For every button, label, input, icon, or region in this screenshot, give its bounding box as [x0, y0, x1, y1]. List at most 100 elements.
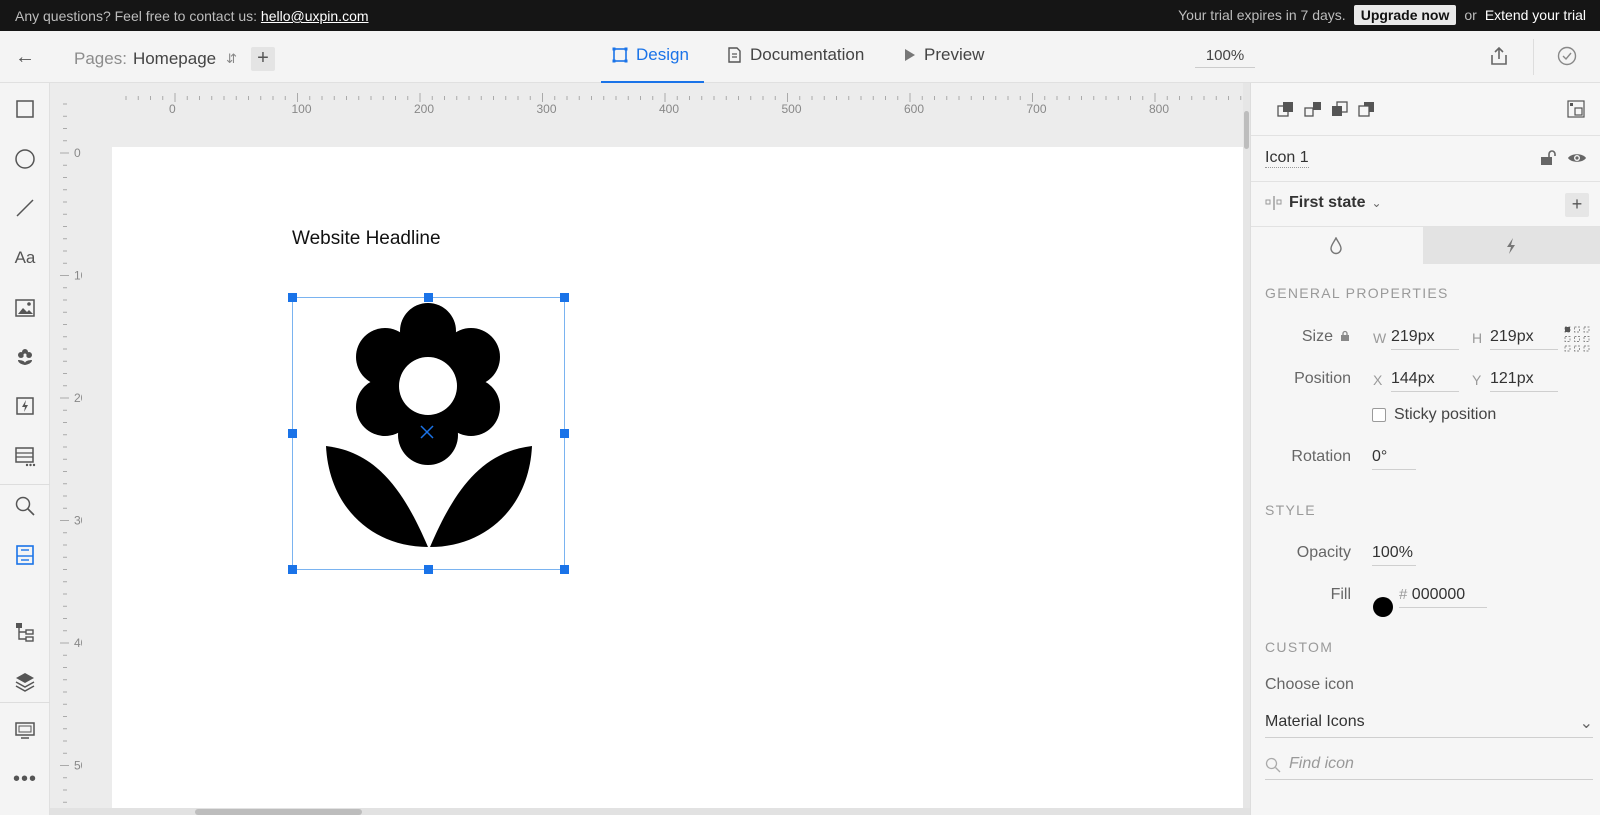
- rectangle-tool-icon[interactable]: [13, 97, 37, 121]
- sitemap-icon[interactable]: [13, 620, 37, 644]
- fill-color-swatch[interactable]: [1373, 597, 1393, 617]
- resize-handle-top-right[interactable]: [560, 293, 569, 302]
- height-input[interactable]: 219px: [1490, 328, 1558, 350]
- tab-design[interactable]: Design: [612, 45, 689, 65]
- opacity-input[interactable]: 100%: [1372, 544, 1416, 566]
- ruler-label: 200: [74, 391, 82, 405]
- bring-forward-icon[interactable]: [1303, 99, 1323, 119]
- back-arrow-icon[interactable]: ←: [15, 46, 35, 69]
- unlock-icon[interactable]: [1540, 150, 1558, 166]
- page-selector[interactable]: Pages: Homepage ⇵ +: [74, 47, 276, 71]
- website-headline-text[interactable]: Website Headline: [292, 228, 441, 250]
- panel-divider: [1251, 181, 1600, 182]
- element-name[interactable]: Icon 1: [1265, 149, 1309, 168]
- tab-documentation-label: Documentation: [750, 45, 865, 64]
- tools-divider: [0, 484, 50, 485]
- ruler-label: 300: [74, 514, 82, 528]
- origin-point-selector-icon[interactable]: [1563, 325, 1591, 353]
- editor-toolbar: ← Pages: Homepage ⇵ + Design Documentati…: [0, 31, 1600, 83]
- artboard[interactable]: Website Headline: [112, 147, 1250, 815]
- table-tool-icon[interactable]: [13, 444, 37, 468]
- trial-actions: Your trial expires in 7 days. Upgrade no…: [1178, 5, 1586, 25]
- rotation-input[interactable]: 0°: [1372, 448, 1416, 470]
- text-tool-icon[interactable]: Aa: [13, 246, 37, 270]
- vertical-scrollbar[interactable]: [1243, 83, 1250, 815]
- check-circle-icon[interactable]: [1556, 45, 1578, 67]
- sticky-position-label[interactable]: Sticky position: [1394, 406, 1496, 424]
- ruler-label: 500: [74, 759, 82, 773]
- line-tool-icon[interactable]: [13, 196, 37, 220]
- horizontal-scroll-thumb[interactable]: [195, 809, 362, 815]
- design-systems-icon[interactable]: [13, 543, 37, 567]
- tab-interactions[interactable]: [1423, 227, 1600, 264]
- ruler-label: 600: [904, 102, 924, 115]
- fill-hex-value: 000000: [1411, 586, 1466, 603]
- add-page-button[interactable]: +: [251, 47, 276, 71]
- bring-to-front-icon[interactable]: [1276, 99, 1296, 119]
- flower-icon[interactable]: [293, 298, 566, 571]
- selected-icon-element[interactable]: [288, 293, 569, 574]
- tab-properties[interactable]: [1251, 227, 1423, 264]
- state-selector[interactable]: First state ⌄: [1289, 194, 1382, 212]
- visibility-eye-icon[interactable]: [1567, 151, 1587, 165]
- chevron-down-icon: ⌄: [1371, 196, 1382, 210]
- design-canvas[interactable]: 0 100 200 300 400 500 600 700 800 0 100 200 300 400 5…: [50, 83, 1250, 815]
- vertical-scroll-thumb[interactable]: [1244, 111, 1249, 149]
- lock-icon[interactable]: [1340, 330, 1350, 342]
- layers-icon[interactable]: [13, 669, 37, 693]
- play-icon: [905, 49, 915, 61]
- ruler-label: 400: [74, 636, 82, 650]
- resize-handle-left[interactable]: [288, 429, 297, 438]
- y-position-input[interactable]: 121px: [1490, 370, 1558, 392]
- fill-hex-input[interactable]: # 000000: [1399, 586, 1487, 608]
- search-icon[interactable]: [13, 494, 37, 518]
- resize-handle-right[interactable]: [560, 429, 569, 438]
- distribute-icon[interactable]: [1566, 99, 1586, 119]
- icon-set-select[interactable]: Material Icons ⌄: [1265, 713, 1593, 738]
- find-icon-input[interactable]: Find icon: [1265, 755, 1593, 780]
- toolbar-divider: [1533, 39, 1534, 75]
- style-heading: STYLE: [1265, 502, 1316, 518]
- sticky-position-checkbox[interactable]: [1372, 408, 1386, 422]
- interaction-tool-icon[interactable]: [13, 394, 37, 418]
- upgrade-now-button[interactable]: Upgrade now: [1353, 5, 1457, 25]
- resize-handle-bottom-left[interactable]: [288, 565, 297, 574]
- lightning-icon: [1507, 238, 1515, 254]
- ruler-label: 400: [659, 102, 679, 115]
- width-input[interactable]: 219px: [1391, 328, 1459, 350]
- icon-tool-icon[interactable]: [13, 345, 37, 369]
- trial-banner: Any questions? Feel free to contact us: …: [0, 0, 1600, 31]
- tab-documentation[interactable]: Documentation: [727, 45, 864, 65]
- resize-handle-bottom-right[interactable]: [560, 565, 569, 574]
- resize-handle-top-left[interactable]: [288, 293, 297, 302]
- x-position-input[interactable]: 144px: [1391, 370, 1459, 392]
- chevron-updown-icon[interactable]: ⇵: [226, 51, 237, 67]
- ruler-label: 100: [74, 269, 82, 283]
- arrange-toolbar: [1251, 83, 1600, 136]
- y-axis-label: Y: [1472, 372, 1482, 388]
- share-export-icon[interactable]: [1488, 45, 1510, 67]
- find-icon-placeholder: Find icon: [1289, 755, 1354, 772]
- send-to-back-icon[interactable]: [1357, 99, 1377, 119]
- extend-trial-link[interactable]: Extend your trial: [1485, 7, 1586, 23]
- add-state-button[interactable]: +: [1565, 193, 1589, 217]
- image-tool-icon[interactable]: [13, 296, 37, 320]
- ruler-label: 500: [782, 102, 802, 115]
- resize-handle-bottom[interactable]: [424, 565, 433, 574]
- icon-set-value: Material Icons: [1265, 713, 1365, 730]
- contact-email-link[interactable]: hello@uxpin.com: [261, 8, 369, 24]
- resize-handle-top[interactable]: [424, 293, 433, 302]
- send-backward-icon[interactable]: [1330, 99, 1350, 119]
- tab-preview[interactable]: Preview: [904, 45, 984, 65]
- more-icon[interactable]: •••: [13, 767, 37, 791]
- properties-panel: Icon 1 First state ⌄ + GENERAL PROPERTIE…: [1250, 83, 1600, 815]
- ruler-label: 0: [169, 102, 176, 115]
- current-page-name[interactable]: Homepage: [133, 49, 216, 69]
- ruler-label: 700: [1027, 102, 1047, 115]
- tab-preview-label: Preview: [924, 45, 985, 64]
- ruler-label: 0: [74, 146, 81, 160]
- horizontal-scrollbar[interactable]: [50, 808, 1250, 815]
- oval-tool-icon[interactable]: [13, 147, 37, 171]
- presentation-icon[interactable]: [13, 719, 37, 743]
- zoom-level-input[interactable]: 100%: [1195, 47, 1255, 68]
